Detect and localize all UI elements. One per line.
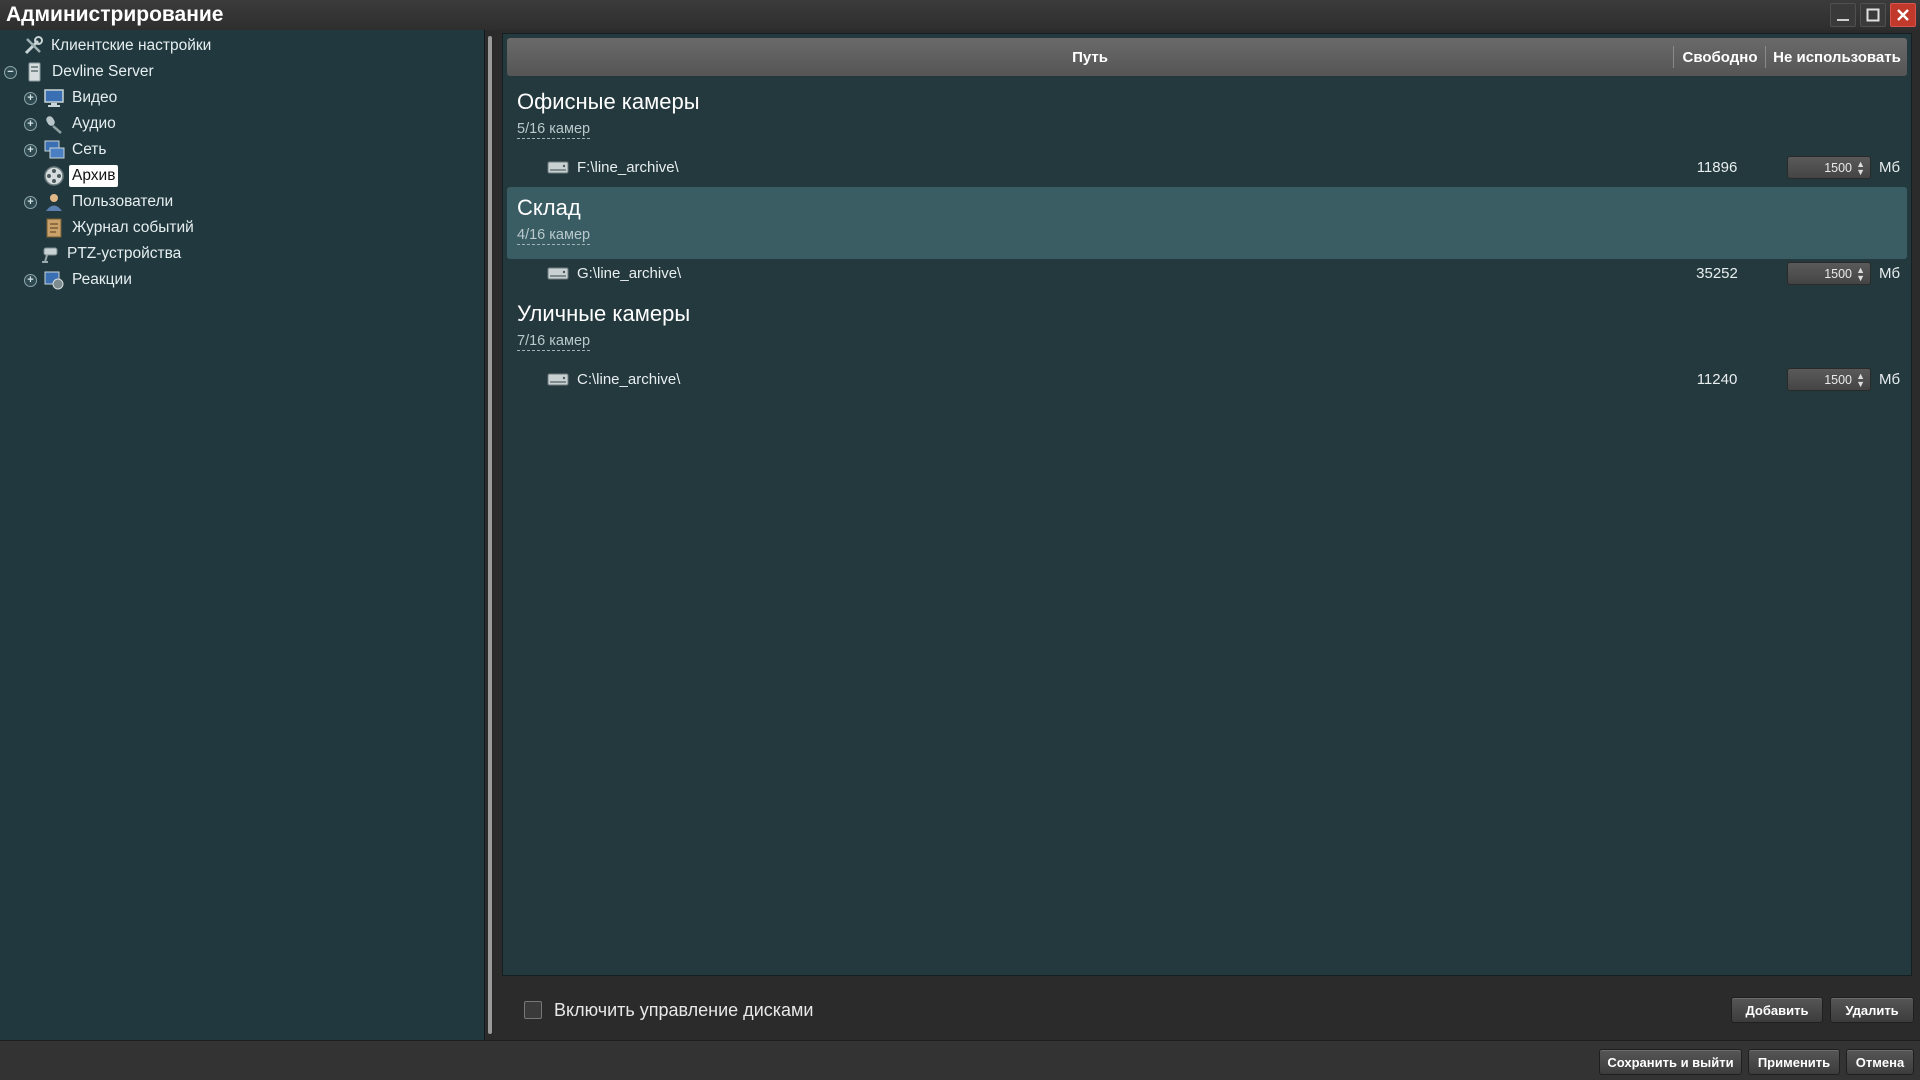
reserve-stepper[interactable]: 1500 ▲ ▼ bbox=[1787, 262, 1871, 285]
sidebar-item-label: Видео bbox=[72, 89, 118, 106]
expand-icon[interactable]: + bbox=[24, 195, 37, 209]
sidebar-item-ptz[interactable]: PTZ-устройства bbox=[38, 241, 184, 267]
stepper-arrows-icon[interactable]: ▲ ▼ bbox=[1856, 372, 1865, 389]
reserve-unit: Мб bbox=[1879, 371, 1901, 388]
minimize-button[interactable] bbox=[1830, 3, 1856, 27]
panel-splitter[interactable] bbox=[486, 30, 494, 1040]
archive-panel: Путь Свободно Не использовать Офисные ка… bbox=[502, 33, 1912, 976]
tools-icon bbox=[22, 35, 44, 57]
disk-row[interactable]: C:\line_archive\ 11240 1500 ▲ ▼ Мб bbox=[507, 365, 1907, 395]
maximize-button[interactable] bbox=[1860, 3, 1886, 27]
ptz-camera-icon bbox=[38, 243, 60, 265]
close-button[interactable] bbox=[1890, 3, 1916, 27]
cancel-button[interactable]: Отмена bbox=[1846, 1049, 1914, 1075]
sidebar-item-event-log[interactable]: Журнал событий bbox=[24, 215, 197, 241]
hard-drive-icon bbox=[547, 370, 569, 390]
expand-icon[interactable]: + bbox=[24, 91, 37, 105]
reserve-stepper[interactable]: 1500 ▲ ▼ bbox=[1787, 368, 1871, 391]
camera-group[interactable]: Склад 4/16 камер bbox=[507, 187, 1907, 259]
group-camera-count[interactable]: 5/16 камер bbox=[517, 121, 591, 139]
group-name: Офисные камеры bbox=[517, 89, 700, 114]
sidebar-item-devline-server[interactable]: − Devline Server bbox=[4, 59, 157, 85]
minimize-icon bbox=[1837, 19, 1849, 21]
sidebar-item-label: Devline Server bbox=[52, 63, 154, 80]
sidebar-item-label: Пользователи bbox=[72, 193, 174, 210]
sidebar-item-label: Реакции bbox=[72, 271, 132, 288]
monitor-icon bbox=[43, 87, 65, 109]
reactions-icon bbox=[43, 269, 65, 291]
server-icon bbox=[23, 61, 45, 83]
stepper-arrows-icon[interactable]: ▲ ▼ bbox=[1856, 160, 1865, 177]
sidebar-item-audio[interactable]: + Аудио bbox=[24, 111, 119, 137]
disk-management-label: Включить управление дисками bbox=[554, 999, 814, 1020]
disk-path: F:\line_archive\ bbox=[577, 159, 679, 176]
reserve-value: 1500 bbox=[1824, 160, 1852, 175]
sidebar-item-label: Архив bbox=[69, 165, 119, 187]
group-camera-count[interactable]: 7/16 камер bbox=[517, 333, 591, 351]
reserve-unit: Мб bbox=[1879, 265, 1901, 282]
apply-button[interactable]: Применить bbox=[1748, 1049, 1840, 1075]
group-camera-count[interactable]: 4/16 камер bbox=[517, 227, 591, 245]
save-and-exit-button[interactable]: Сохранить и выйти bbox=[1599, 1049, 1742, 1075]
remove-button[interactable]: Удалить bbox=[1830, 997, 1914, 1023]
sidebar-item-label: PTZ-устройства bbox=[67, 245, 182, 262]
add-button[interactable]: Добавить bbox=[1731, 997, 1823, 1023]
film-reel-icon bbox=[43, 165, 65, 187]
sidebar-item-users[interactable]: + Пользователи bbox=[24, 189, 176, 215]
expand-icon[interactable]: + bbox=[24, 273, 37, 287]
header-path[interactable]: Путь bbox=[507, 38, 1673, 76]
network-icon bbox=[43, 139, 65, 161]
sidebar-item-video[interactable]: + Видео bbox=[24, 85, 120, 111]
group-name: Склад bbox=[517, 195, 581, 220]
sidebar-tree: Клиентские настройки − Devline Server + … bbox=[0, 30, 485, 1040]
title-bar: Администрирование bbox=[0, 0, 1920, 30]
sidebar-item-label: Журнал событий bbox=[72, 219, 194, 236]
sidebar-item-label: Сеть bbox=[72, 141, 107, 158]
disk-path: C:\line_archive\ bbox=[577, 371, 681, 388]
sidebar-item-reactions[interactable]: + Реакции bbox=[24, 267, 135, 293]
disk-management-checkbox[interactable] bbox=[524, 1001, 542, 1019]
hard-drive-icon bbox=[547, 158, 569, 178]
microphone-icon bbox=[43, 113, 65, 135]
reserve-value: 1500 bbox=[1824, 266, 1852, 281]
window-controls bbox=[1830, 3, 1916, 27]
disk-path: G:\line_archive\ bbox=[577, 265, 682, 282]
close-icon bbox=[1897, 9, 1909, 21]
header-no-use[interactable]: Не использовать bbox=[1767, 38, 1907, 76]
camera-group[interactable]: Офисные камеры 5/16 камер bbox=[507, 81, 1907, 153]
disk-free-space: 11240 bbox=[1696, 371, 1738, 388]
hard-drive-icon bbox=[547, 264, 569, 284]
window-title: Администрирование bbox=[6, 3, 224, 26]
disk-row[interactable]: F:\line_archive\ 11896 1500 ▲ ▼ Мб bbox=[507, 153, 1907, 183]
disk-free-space: 35252 bbox=[1696, 265, 1738, 282]
stepper-arrows-icon[interactable]: ▲ ▼ bbox=[1856, 266, 1865, 283]
user-icon bbox=[43, 191, 65, 213]
maximize-icon bbox=[1866, 8, 1880, 22]
sidebar-item-client-settings[interactable]: Клиентские настройки bbox=[22, 33, 214, 59]
reserve-unit: Мб bbox=[1879, 159, 1901, 176]
disk-row[interactable]: G:\line_archive\ 35252 1500 ▲ ▼ Мб bbox=[507, 259, 1907, 289]
sidebar-item-network[interactable]: + Сеть bbox=[24, 137, 109, 163]
disk-management-toggle[interactable]: Включить управление дисками bbox=[524, 998, 813, 1022]
table-header: Путь Свободно Не использовать bbox=[507, 38, 1907, 76]
sidebar-item-label: Аудио bbox=[72, 115, 116, 132]
header-free[interactable]: Свободно bbox=[1675, 38, 1765, 76]
expand-icon[interactable]: + bbox=[24, 143, 37, 157]
journal-icon bbox=[43, 217, 65, 239]
expand-icon[interactable]: + bbox=[24, 117, 37, 131]
sidebar-item-label: Клиентские настройки bbox=[51, 37, 212, 54]
camera-group[interactable]: Уличные камеры 7/16 камер bbox=[507, 293, 1907, 365]
reserve-stepper[interactable]: 1500 ▲ ▼ bbox=[1787, 156, 1871, 179]
reserve-value: 1500 bbox=[1824, 372, 1852, 387]
collapse-icon[interactable]: − bbox=[4, 65, 17, 79]
disk-free-space: 11896 bbox=[1696, 159, 1738, 176]
sidebar-item-archive[interactable]: Архив bbox=[43, 163, 119, 189]
group-name: Уличные камеры bbox=[517, 301, 691, 326]
